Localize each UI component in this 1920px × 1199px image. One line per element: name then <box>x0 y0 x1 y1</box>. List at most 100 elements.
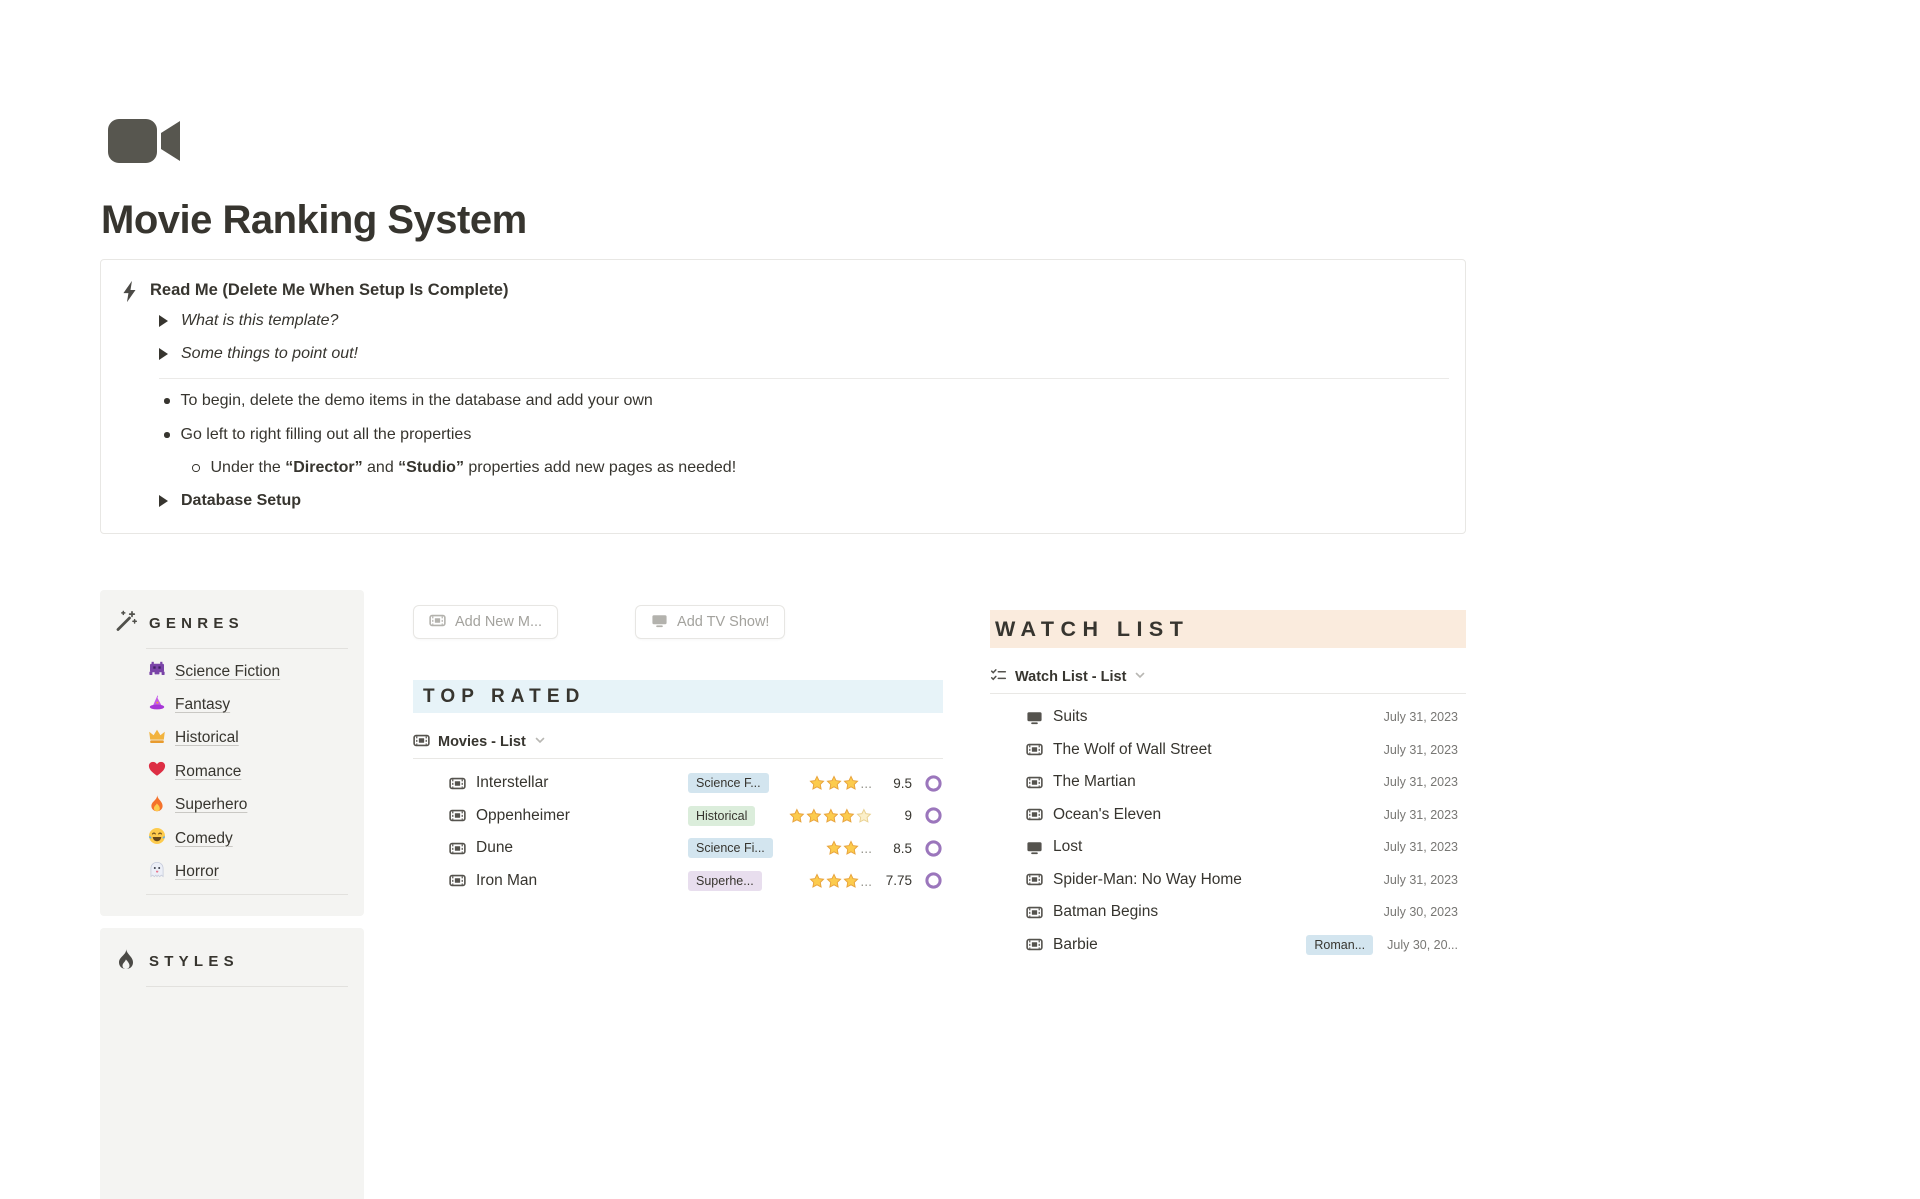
watchlist-row[interactable]: The Wolf of Wall Street July 31, 2023 <box>990 734 1466 767</box>
movie-title[interactable]: Interstellar <box>476 774 688 792</box>
movie-title[interactable]: Oppenheimer <box>476 807 688 825</box>
toggle-database-setup[interactable]: Database Setup <box>159 492 301 510</box>
movies-list-view-tab[interactable]: Movies - List <box>413 731 943 753</box>
notion-page: Movie Ranking System Read Me (Delete Me … <box>0 0 1920 1199</box>
video-camera-icon[interactable] <box>107 116 183 166</box>
watchlist-title[interactable]: The Wolf of Wall Street <box>1053 741 1384 759</box>
watchlist-row[interactable]: Barbie Roman... July 30, 20... <box>990 929 1466 962</box>
watchlist-row[interactable]: Lost July 31, 2023 <box>990 831 1466 864</box>
sub-bullet-item: Under the “Director” and “Studio” proper… <box>192 459 736 477</box>
film-frame-icon <box>1026 774 1043 791</box>
magic-wand-icon <box>114 609 138 638</box>
watchlist-title[interactable]: Lost <box>1053 838 1384 856</box>
movie-row[interactable]: Iron Man Superhe... ... 7.75 <box>413 865 943 898</box>
watchlist-title[interactable]: Spider-Man: No Way Home <box>1053 871 1384 889</box>
genre-link-comedy[interactable]: Comedy <box>100 822 364 855</box>
movie-row[interactable]: Interstellar Science F... ... 9.5 <box>413 767 943 800</box>
status-ring-icon[interactable] <box>924 871 943 890</box>
genres-card: GENRES Science Fiction <box>100 590 364 916</box>
styles-header: STYLES <box>100 928 364 976</box>
dark-flame-icon <box>114 947 138 976</box>
watchlist-row[interactable]: The Martian July 31, 2023 <box>990 766 1466 799</box>
film-frame-icon <box>429 612 446 633</box>
wizard-hat-icon <box>148 694 166 717</box>
ghost-icon <box>148 861 166 884</box>
bullet-icon <box>164 398 170 404</box>
bullet-item: Go left to right filling out all the pro… <box>164 426 471 444</box>
toggle-arrow-icon[interactable] <box>159 315 168 327</box>
movie-title[interactable]: Dune <box>476 839 688 857</box>
watchlist-row[interactable]: Spider-Man: No Way Home July 31, 2023 <box>990 864 1466 897</box>
divider <box>146 986 348 987</box>
genres-header: GENRES <box>100 590 364 638</box>
watch-date: July 31, 2023 <box>1384 743 1466 757</box>
hollow-bullet-icon <box>192 464 200 472</box>
film-frame-icon <box>413 732 430 753</box>
checklist-icon <box>990 667 1007 688</box>
chevron-down-icon[interactable] <box>1134 669 1146 685</box>
watchlist-row[interactable]: Batman Begins July 30, 2023 <box>990 896 1466 929</box>
rating-value: 7.75 <box>878 873 912 888</box>
watch-list-heading: WATCH LIST <box>990 610 1466 648</box>
genre-link-romance[interactable]: Romance <box>100 755 364 788</box>
star-rating: ... <box>788 873 872 889</box>
chevron-down-icon[interactable] <box>534 734 546 750</box>
movie-row[interactable]: Dune Science Fi... ... 8.5 <box>413 832 943 865</box>
crown-icon <box>148 727 166 750</box>
add-tv-show-button[interactable]: Add TV Show! <box>635 605 785 639</box>
page-title: Movie Ranking System <box>101 198 527 243</box>
film-frame-icon <box>449 807 466 824</box>
alien-monster-icon <box>148 660 166 683</box>
bullet-item: To begin, delete the demo items in the d… <box>164 392 653 410</box>
divider <box>413 758 943 759</box>
star-rating: ... <box>788 840 872 856</box>
film-frame-icon <box>449 775 466 792</box>
status-ring-icon[interactable] <box>924 839 943 858</box>
divider <box>146 648 348 649</box>
styles-title: STYLES <box>149 953 239 970</box>
styles-card: STYLES <box>100 928 364 1199</box>
genre-tag: Historical <box>688 806 755 826</box>
genre-link-superhero[interactable]: Superhero <box>100 789 364 822</box>
film-frame-icon <box>1026 936 1043 953</box>
watchlist-title[interactable]: Batman Begins <box>1053 903 1384 921</box>
toggle-arrow-icon[interactable] <box>159 495 168 507</box>
film-frame-icon <box>1026 741 1043 758</box>
divider <box>146 894 348 895</box>
add-new-movie-button[interactable]: Add New M... <box>413 605 558 639</box>
watch-list: Suits July 31, 2023 The Wolf of Wall Str… <box>990 701 1466 961</box>
genre-link-science-fiction[interactable]: Science Fiction <box>100 655 364 688</box>
genre-link-fantasy[interactable]: Fantasy <box>100 688 364 721</box>
status-ring-icon[interactable] <box>924 774 943 793</box>
watch-date: July 31, 2023 <box>1384 710 1466 724</box>
genre-link-historical[interactable]: Historical <box>100 722 364 755</box>
rating-value: 8.5 <box>878 841 912 856</box>
watchlist-title[interactable]: Suits <box>1053 708 1384 726</box>
fire-icon <box>148 794 166 817</box>
readme-callout: Read Me (Delete Me When Setup Is Complet… <box>100 259 1466 534</box>
tv-icon <box>1026 839 1043 856</box>
watchlist-title[interactable]: Barbie <box>1053 936 1306 954</box>
watchlist-title[interactable]: Ocean's Eleven <box>1053 806 1384 824</box>
lightning-bolt-icon <box>118 279 143 309</box>
status-ring-icon[interactable] <box>924 806 943 825</box>
movie-row[interactable]: Oppenheimer Historical 9 <box>413 800 943 833</box>
watch-date: July 30, 20... <box>1387 938 1466 952</box>
watchlist-row[interactable]: Ocean's Eleven July 31, 2023 <box>990 799 1466 832</box>
movie-title[interactable]: Iron Man <box>476 872 688 890</box>
watch-date: July 31, 2023 <box>1384 840 1466 854</box>
rating-value: 9.5 <box>878 776 912 791</box>
watch-list-view-tab[interactable]: Watch List - List <box>990 666 1466 688</box>
film-frame-icon <box>1026 904 1043 921</box>
top-rated-heading: TOP RATED <box>413 680 943 713</box>
toggle-things-to-point-out[interactable]: Some things to point out! <box>159 345 358 363</box>
watch-list-column: WATCH LIST Watch List - List Suits July … <box>990 610 1466 961</box>
genre-tag: Science Fi... <box>688 838 773 858</box>
toggle-arrow-icon[interactable] <box>159 348 168 360</box>
genre-tag: Science F... <box>688 773 769 793</box>
toggle-what-is-template[interactable]: What is this template? <box>159 312 338 330</box>
watchlist-title[interactable]: The Martian <box>1053 773 1384 791</box>
genre-link-horror[interactable]: Horror <box>100 855 364 888</box>
watchlist-row[interactable]: Suits July 31, 2023 <box>990 701 1466 734</box>
film-frame-icon <box>1026 806 1043 823</box>
